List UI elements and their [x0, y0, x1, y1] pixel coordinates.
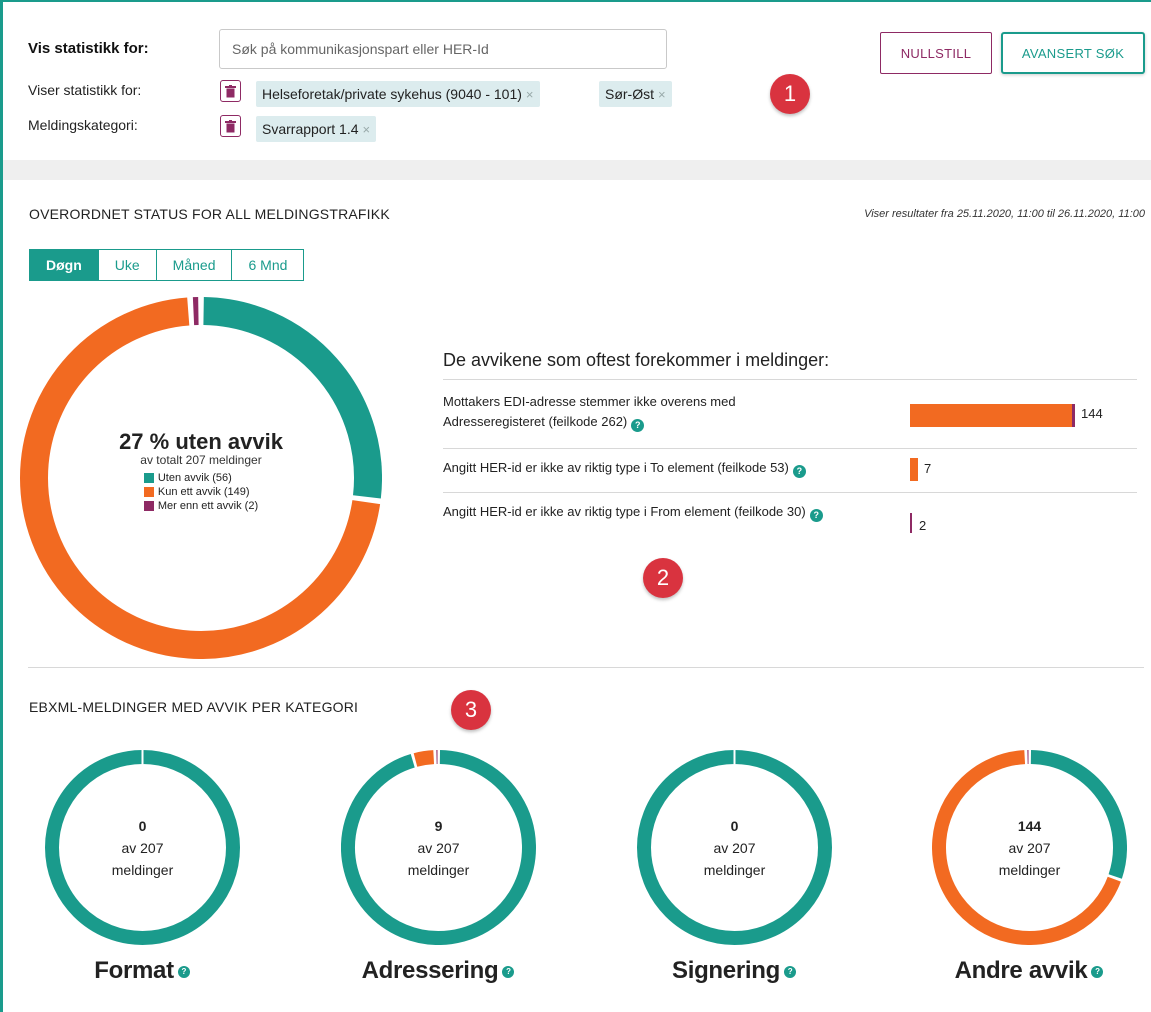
search-input[interactable]: [219, 29, 667, 69]
callout-marker-3: 3: [451, 690, 491, 730]
deviation-bar: [910, 513, 912, 533]
help-icon[interactable]: ?: [783, 965, 796, 978]
signering-donut-center: 0 av 207 meldinger: [703, 817, 766, 878]
divider: [443, 448, 1137, 449]
callout-marker-2: 2: [643, 558, 683, 598]
filter-tag-sor-ost[interactable]: Sør-Øst ×: [599, 81, 672, 107]
trash-icon: [225, 84, 236, 97]
help-icon[interactable]: ?: [502, 965, 515, 978]
deviation-bar: [910, 458, 918, 481]
deviation-label: Angitt HER-id er ikke av riktig type i F…: [443, 502, 908, 522]
clear-kategori-button[interactable]: [220, 115, 241, 137]
andre-avvik-donut-center: 144 av 207 meldinger: [998, 817, 1061, 878]
tab-maned[interactable]: Måned: [156, 250, 233, 280]
filter-tag-svarrapport[interactable]: Svarrapport 1.4 ×: [256, 116, 377, 142]
avansert-sok-button[interactable]: AVANSERT SØK: [1001, 32, 1145, 74]
format-donut-center: 0 av 207 meldinger: [111, 817, 174, 878]
trash-icon: [225, 119, 236, 132]
help-icon[interactable]: ?: [809, 508, 823, 522]
remove-tag-icon[interactable]: ×: [363, 122, 371, 137]
filter-tag-helseforetak[interactable]: Helseforetak/private sykehus (9040 - 101…: [256, 81, 540, 107]
categories-title: EBXML-MELDINGER MED AVVIK PER KATEGORI: [29, 699, 359, 715]
section-divider: [28, 667, 1144, 668]
section-divider: [3, 160, 1151, 180]
tab-dogn[interactable]: Døgn: [30, 250, 99, 280]
help-icon[interactable]: ?: [1091, 965, 1104, 978]
help-icon[interactable]: ?: [631, 418, 645, 432]
percent-uten-avvik: 27 % uten avvik: [119, 429, 283, 454]
legend-item: Mer enn ett avvik (2): [143, 499, 258, 513]
adressering-donut-center: 9 av 207 meldinger: [407, 817, 470, 878]
deviation-value: 2: [919, 518, 927, 533]
help-icon[interactable]: ?: [792, 464, 806, 478]
deviation-value: 7: [924, 461, 932, 476]
deviations-title: De avvikene som oftest forekommer i meld…: [443, 350, 830, 370]
meldingskategori-label: Meldingskategori:: [28, 117, 138, 133]
divider: [443, 379, 1137, 380]
clear-viser-button[interactable]: [220, 80, 241, 102]
viser-statistikk-label: Viser statistikk for:: [28, 82, 142, 98]
total-messages-text: av totalt 207 meldinger: [140, 453, 262, 467]
date-range-text: Viser resultater fra 25.11.2020, 11:00 t…: [864, 208, 1145, 220]
deviation-value: 144: [1081, 406, 1103, 421]
filter-panel: Vis statistikk for: Viser statistikk for…: [3, 2, 1151, 160]
tab-uke[interactable]: Uke: [98, 250, 157, 280]
legend-item: Kun ett avvik (149): [143, 485, 258, 499]
category-label-andre-avvik: Andre avvik?: [909, 957, 1149, 985]
legend-item: Uten avvik (56): [143, 471, 258, 485]
period-tabs: Døgn Uke Måned 6 Mnd: [29, 249, 305, 281]
tab-6mnd[interactable]: 6 Mnd: [232, 250, 304, 280]
vis-statistikk-label: Vis statistikk for:: [28, 40, 149, 57]
legend-swatch: [143, 501, 154, 511]
category-label-adressering: Adressering?: [318, 957, 558, 985]
donut-legend: Uten avvik (56) Kun ett avvik (149) Mer …: [143, 471, 258, 513]
legend-swatch: [143, 473, 154, 483]
legend-swatch: [143, 487, 154, 497]
help-icon[interactable]: ?: [177, 965, 190, 978]
deviation-label: Angitt HER-id er ikke av riktig type i T…: [443, 458, 903, 478]
remove-tag-icon[interactable]: ×: [658, 87, 666, 102]
category-label-signering: Signering?: [614, 957, 854, 985]
overview-donut-center: 27 % uten avvik av totalt 207 meldinger …: [20, 297, 382, 659]
callout-marker-1: 1: [770, 74, 810, 114]
divider: [443, 492, 1137, 493]
deviation-label: Mottakers EDI-adresse stemmer ikke overe…: [443, 394, 736, 432]
category-label-format: Format?: [22, 957, 262, 985]
nullstill-button[interactable]: NULLSTILL: [880, 32, 992, 74]
overview-title: OVERORDNET STATUS FOR ALL MELDINGSTRAFIK…: [29, 206, 390, 222]
deviation-bar: [910, 404, 1075, 427]
remove-tag-icon[interactable]: ×: [526, 87, 534, 102]
